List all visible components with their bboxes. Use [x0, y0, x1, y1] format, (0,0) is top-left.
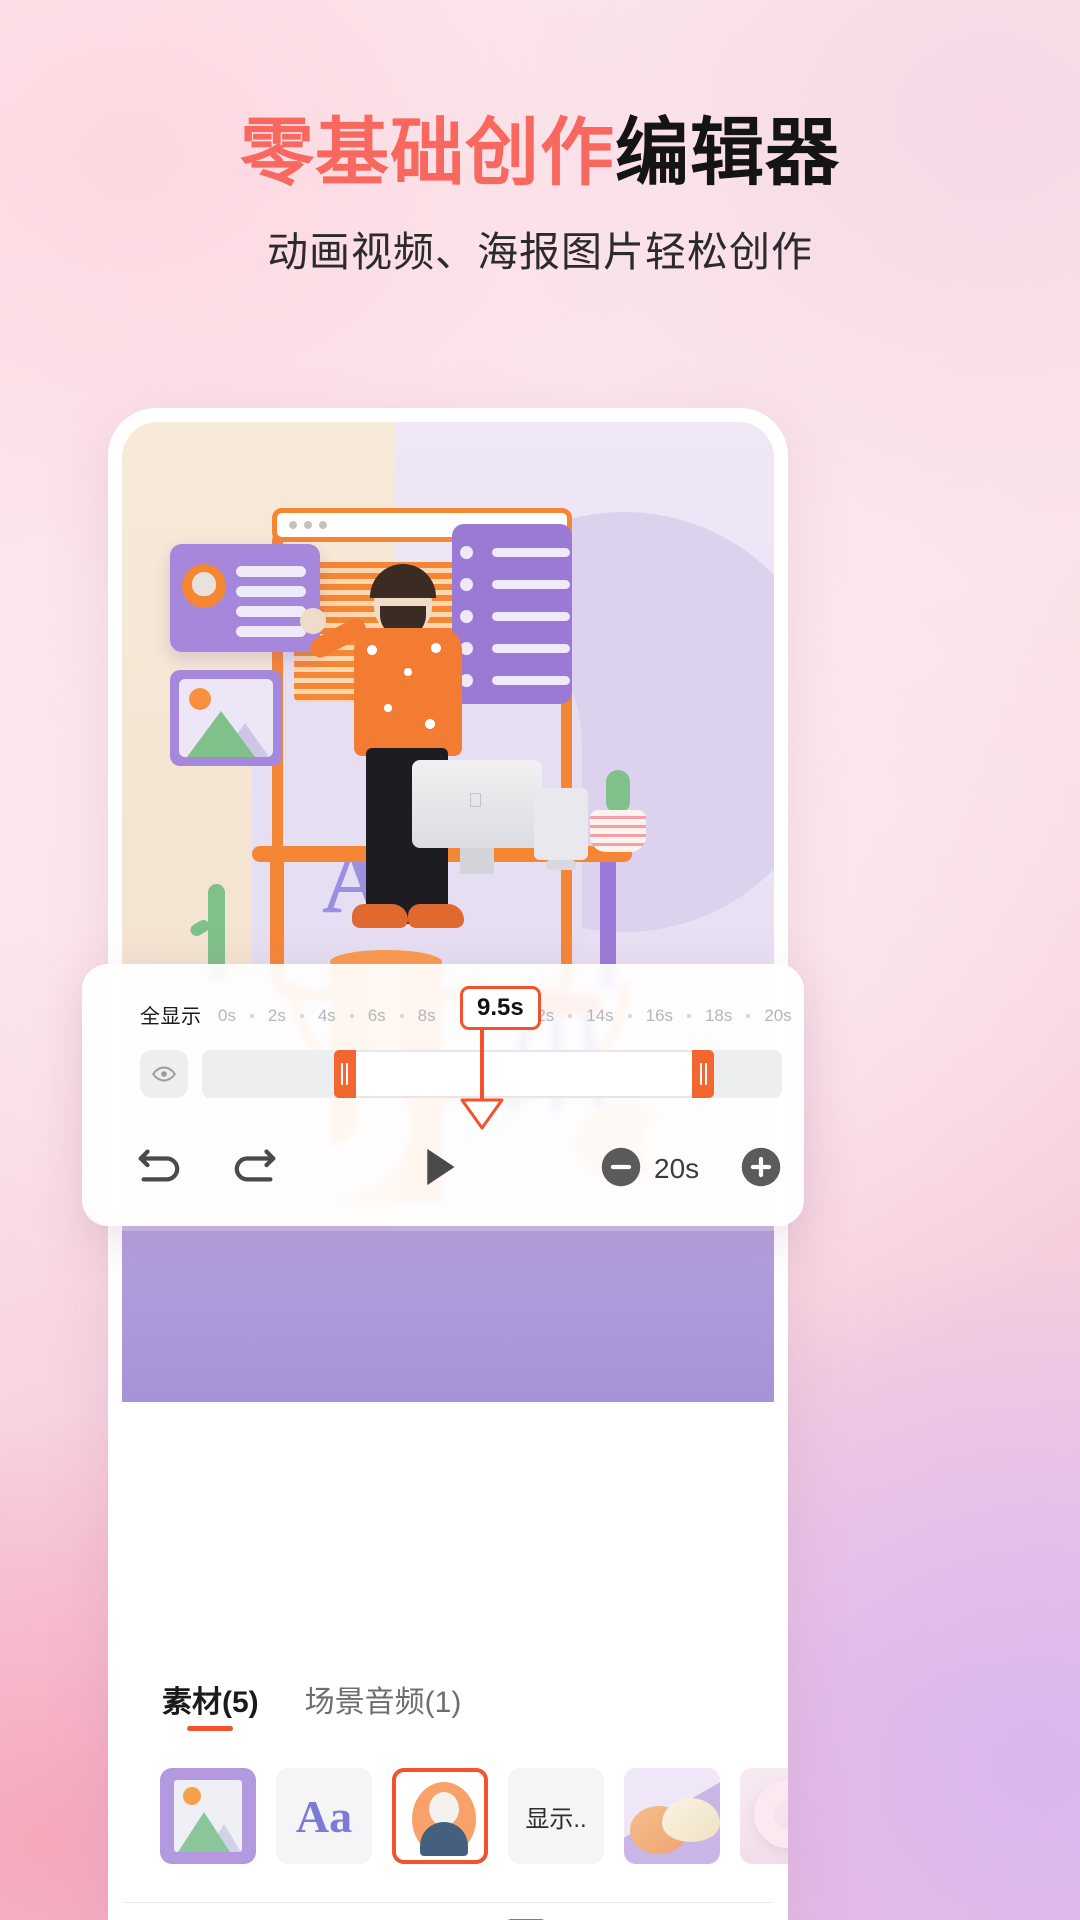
thumbnail-egg-layer[interactable] [624, 1768, 720, 1864]
timeline-playhead-handle[interactable] [458, 1096, 506, 1130]
undo-button[interactable] [134, 1145, 188, 1194]
thumbnail-donut-layer[interactable] [740, 1768, 788, 1864]
artwork-card-line [236, 626, 306, 637]
thumbnail-text-layer[interactable]: Aa [276, 1768, 372, 1864]
eye-icon [152, 1066, 176, 1082]
layer-thumbnail-strip[interactable]: Aa 显示.. [122, 1764, 788, 1868]
artwork-monitor [534, 788, 588, 860]
timeline-tick: 0s [218, 1006, 236, 1025]
artwork-profile-card [170, 544, 320, 652]
artwork-avatar-icon [182, 564, 226, 608]
timeline-tick-dot [299, 1014, 304, 1018]
timeline-panel: 全显示 0s 2s 4s 6s 8s 10s 12s 14s 16s 18s 2… [82, 964, 804, 1226]
window-dot-icon [289, 521, 297, 529]
editor-canvas-preview[interactable]: Aa  [122, 422, 774, 1402]
timeline-tick-dot [746, 1014, 751, 1018]
timeline-tick: 18s [704, 1006, 733, 1025]
track-visibility-toggle[interactable] [140, 1050, 188, 1098]
artwork-floor [122, 1225, 774, 1402]
thumbnail-display-label: 显示.. [525, 1805, 587, 1833]
timeline-current-time-badge[interactable]: 9.5s [460, 986, 541, 1030]
minus-icon [601, 1147, 641, 1186]
timeline-tick: 8s [417, 1006, 436, 1025]
artwork-laptop-stand [460, 848, 494, 874]
clip-trim-handle-right[interactable] [692, 1050, 715, 1098]
thumbnail-image-layer[interactable] [160, 1768, 256, 1864]
timeline-tick-dot [568, 1014, 573, 1018]
duration-value: 20s [654, 1153, 700, 1184]
timeline-tick-dot [399, 1014, 404, 1018]
timeline-track-row [140, 1050, 782, 1098]
artwork-card-line [236, 566, 306, 577]
timeline-tick: 4s [317, 1006, 336, 1025]
artwork-striped-pot [590, 810, 646, 852]
thumbnail-text-label: Aa [295, 1790, 353, 1842]
artwork-person-body [354, 628, 462, 756]
artwork-monitor-base [546, 860, 576, 870]
timeline-tick-dot [687, 1014, 691, 1018]
timeline-tick-dot [627, 1014, 632, 1018]
artwork-card-line [236, 586, 306, 597]
duration-decrease-button[interactable] [600, 1146, 642, 1193]
layer-action-toolbar: 样式 动画 裁剪 [122, 1902, 774, 1920]
timeline-tick-dot [249, 1014, 254, 1018]
redo-button[interactable] [226, 1145, 280, 1194]
window-dot-icon [304, 521, 312, 529]
timeline-tick: 14s [586, 1006, 614, 1025]
artwork-person-hand [300, 608, 326, 634]
page-subtitle: 动画视频、海报图片轻松创作 [267, 229, 813, 275]
timeline-tick-dot [349, 1014, 354, 1018]
artwork-picture-card [170, 670, 282, 766]
artwork-list-card [452, 524, 572, 704]
panel-tabs: 素材(5) 场景音频(1) [122, 1666, 774, 1742]
undo-icon [138, 1148, 180, 1181]
redo-icon [234, 1148, 276, 1181]
artwork-card-line [236, 606, 306, 617]
timeline-clip[interactable] [355, 1050, 693, 1098]
artwork-laptop:  [412, 760, 542, 848]
play-icon [427, 1148, 455, 1185]
play-button[interactable] [420, 1145, 460, 1194]
thumbnail-display-layer[interactable]: 显示.. [508, 1768, 604, 1864]
timeline-tick: 20s [764, 1006, 792, 1025]
tab-materials[interactable]: 素材(5) [162, 1677, 259, 1731]
duration-increase-button[interactable] [740, 1146, 782, 1193]
page-title: 零基础创作编辑器 [0, 116, 1080, 190]
thumbnail-person-layer[interactable] [392, 1768, 488, 1864]
artwork-small-cactus [606, 770, 630, 814]
timeline-controls: 20s [82, 1134, 804, 1204]
clip-trim-handle-left[interactable] [333, 1050, 356, 1098]
timeline-tick: 6s [367, 1006, 386, 1025]
timeline-tick: 16s [645, 1006, 674, 1025]
tab-scene-audio[interactable]: 场景音频(1) [305, 1677, 462, 1731]
artwork-floor-edge [122, 1225, 774, 1232]
page-title-rest: 编辑器 [615, 111, 840, 194]
promo-header: 零基础创作编辑器 动画视频、海报图片轻松创作 [0, 116, 1080, 278]
timeline-all-show-label[interactable]: 全显示 [140, 1000, 202, 1029]
timeline-track[interactable] [202, 1050, 782, 1098]
window-dot-icon [319, 521, 327, 529]
plus-icon [741, 1147, 781, 1186]
page-title-highlight: 零基础创作 [240, 111, 615, 194]
artwork-desk-leg [270, 862, 284, 972]
timeline-tick: 2s [267, 1006, 286, 1025]
